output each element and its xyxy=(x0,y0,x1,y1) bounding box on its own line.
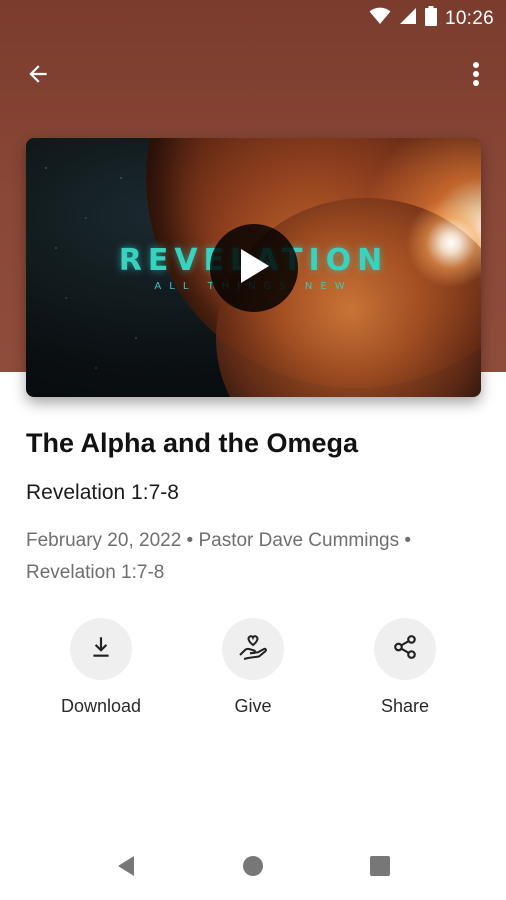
play-icon xyxy=(237,247,271,290)
share-button-circle[interactable] xyxy=(374,618,436,680)
share-button[interactable]: Share xyxy=(335,618,475,717)
nav-back-icon xyxy=(116,855,136,882)
status-icons: 10:26 xyxy=(369,6,494,31)
download-label: Download xyxy=(60,696,142,716)
sermon-meta-line-1: February 20, 2022 • Pastor Dave Cummings… xyxy=(26,530,412,551)
give-button[interactable]: Give xyxy=(183,618,323,717)
download-icon xyxy=(88,634,114,665)
give-label: Give xyxy=(234,696,272,716)
system-nav-bar xyxy=(0,836,506,900)
status-time: 10:26 xyxy=(444,7,494,29)
arrow-back-icon xyxy=(25,61,51,92)
nav-back-button[interactable] xyxy=(106,850,146,886)
play-button[interactable] xyxy=(210,224,298,312)
nav-home-button[interactable] xyxy=(233,850,273,886)
give-hand-heart-icon xyxy=(238,633,268,666)
sermon-passage: Revelation 1:7-8 xyxy=(26,481,179,504)
nav-home-icon xyxy=(242,855,264,882)
sermon-meta: February 20, 2022 • Pastor Dave Cummings… xyxy=(26,525,486,589)
status-bar: 10:26 xyxy=(0,0,506,36)
give-button-circle[interactable] xyxy=(222,618,284,680)
nav-recents-icon xyxy=(370,855,390,881)
sermon-title: The Alpha and the Omega xyxy=(26,428,359,458)
sermon-meta-line-2: Revelation 1:7-8 xyxy=(26,562,165,583)
back-button[interactable] xyxy=(14,52,62,100)
share-icon xyxy=(392,634,418,665)
action-buttons: Download Give Share xyxy=(0,618,506,728)
share-label: Share xyxy=(380,696,430,716)
video-player[interactable]: REVELATION ALL THINGS NEW xyxy=(26,138,481,397)
download-button[interactable]: Download xyxy=(31,618,171,717)
download-button-circle[interactable] xyxy=(70,618,132,680)
toolbar xyxy=(0,44,506,104)
nav-recents-button[interactable] xyxy=(360,850,400,886)
more-vert-icon xyxy=(472,61,480,92)
wifi-icon xyxy=(369,7,391,30)
signal-icon xyxy=(399,7,417,30)
battery-icon xyxy=(424,6,437,31)
more-options-button[interactable] xyxy=(454,52,498,100)
